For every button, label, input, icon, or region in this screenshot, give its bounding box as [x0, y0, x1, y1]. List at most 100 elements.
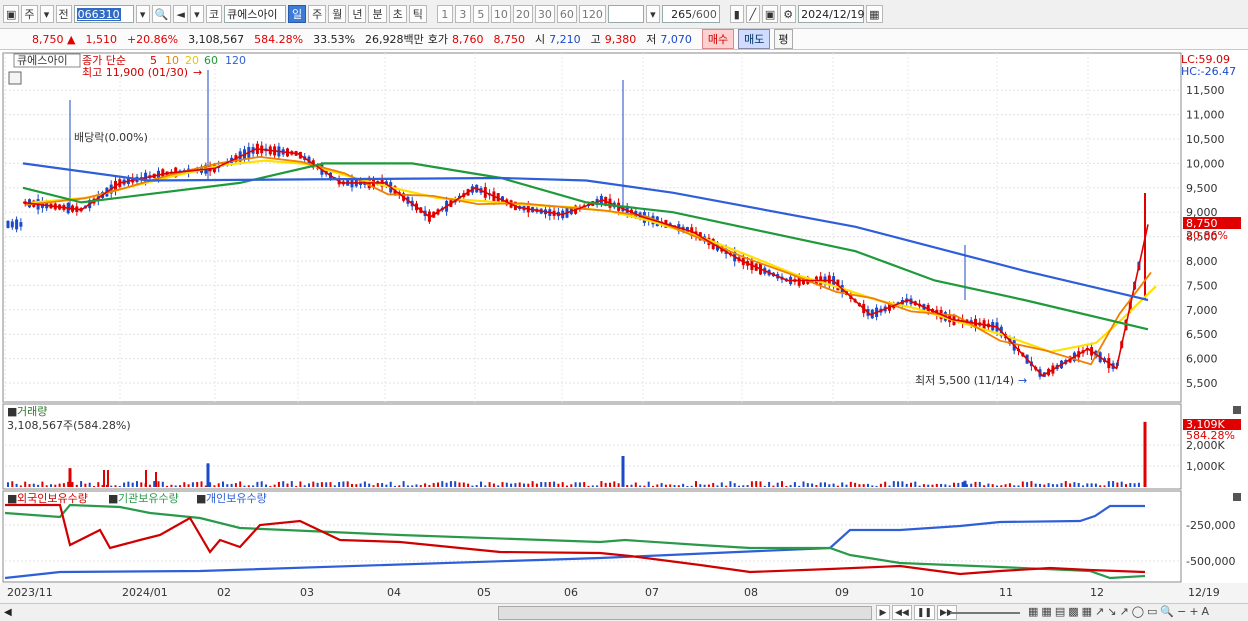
period-tab-week[interactable]: 주 [308, 5, 327, 23]
prev-button[interactable]: 전 [55, 5, 72, 23]
search-icon[interactable]: 🔍 [151, 5, 172, 23]
zoom-icon[interactable]: 🔍 [1160, 605, 1174, 618]
period-tab-month[interactable]: 월 [328, 5, 347, 23]
interval-3[interactable]: 3 [454, 5, 471, 23]
draw-tool-icon[interactable]: ╱ [745, 5, 760, 23]
market-dropdown-icon[interactable]: ▾ [39, 5, 54, 23]
stock-code-input[interactable]: 066310 [73, 5, 134, 23]
scroll-right-icon[interactable]: ▶ [876, 605, 890, 620]
interval-120[interactable]: 120 [578, 5, 606, 23]
window-menu-icon[interactable]: ▣ [3, 5, 20, 23]
volume-bar [1043, 484, 1046, 487]
layout-icon-4[interactable]: ▩ [1068, 605, 1078, 618]
period-tab-second[interactable]: 초 [388, 5, 407, 23]
stock-name-field[interactable]: 큐에스아이 [223, 5, 286, 23]
volume-bar [1099, 485, 1102, 487]
interval-10[interactable]: 10 [490, 5, 511, 23]
interval-60[interactable]: 60 [556, 5, 577, 23]
volume-bar [974, 481, 977, 487]
volume-bar [131, 482, 134, 487]
calendar-icon[interactable]: ▦ [866, 5, 883, 23]
chart-options-icon[interactable] [8, 71, 22, 85]
market-select[interactable]: 주 [21, 5, 38, 23]
eval-button[interactable]: 평 [774, 29, 793, 49]
volume-bar [269, 485, 272, 487]
period-tab-minute[interactable]: 분 [368, 5, 387, 23]
volume-bar [733, 483, 736, 487]
period-tab-tick[interactable]: 틱 [408, 5, 427, 23]
volume-bar [531, 481, 534, 487]
volume-bar [445, 482, 448, 487]
volume-bar [153, 481, 156, 487]
x-axis: 2023/11 2024/01 02 03 04 05 06 07 08 09 10 11 12 12/… [0, 583, 1248, 603]
period-tab-day[interactable]: 일 [287, 5, 307, 23]
code-dropdown-icon[interactable]: ▾ [135, 5, 150, 23]
interval-1[interactable]: 1 [436, 5, 453, 23]
high-label: 고 [590, 33, 601, 46]
low-label: 저 [646, 33, 657, 46]
volume-spike [206, 463, 210, 487]
interval-dropdown-icon[interactable]: ▾ [645, 5, 660, 23]
quote-label: 호가 [427, 33, 449, 46]
volume-bar [329, 482, 332, 487]
zoom-slider[interactable] [950, 612, 1020, 614]
volume-bar [480, 481, 482, 487]
speaker-icon[interactable]: ◄ [173, 5, 188, 23]
layout-icon-1[interactable]: ▦ [1028, 605, 1038, 618]
stock-chart[interactable]: 11,50011,00010,50010,0009,5009,0008,5008… [0, 51, 1248, 604]
holdings-close-icon[interactable] [1233, 493, 1241, 501]
volume-bar [161, 481, 164, 487]
price-tick-label: 10,500 [1186, 133, 1225, 146]
candle-body [19, 222, 23, 227]
interval-20[interactable]: 20 [512, 5, 533, 23]
text-icon[interactable]: A [1202, 605, 1210, 618]
buy-button[interactable]: 매수 [701, 29, 735, 49]
copy-icon[interactable]: ▭ [1147, 605, 1157, 618]
volume-close-icon[interactable] [1233, 406, 1241, 414]
candle-icon[interactable]: ▮ [729, 5, 744, 23]
date-input[interactable]: 2024/12/19 [798, 5, 865, 23]
volume-bar [45, 485, 48, 487]
volume-bar [884, 481, 887, 487]
scroll-left-icon[interactable]: ◀ [4, 607, 12, 618]
cross-icon[interactable]: ↘ [1107, 605, 1116, 618]
settings-icon[interactable]: ⚙ [780, 5, 797, 23]
minus-icon[interactable]: − [1177, 605, 1186, 618]
prev-label: 전 [58, 8, 69, 21]
layout-icon-5[interactable]: ▦ [1082, 605, 1092, 618]
period-tab-year[interactable]: 년 [348, 5, 367, 23]
volume-bar [411, 485, 414, 487]
layout-icon-2[interactable]: ▦ [1041, 605, 1051, 618]
volume-bar [957, 482, 960, 487]
interval-input[interactable] [607, 5, 644, 23]
volume-bar [196, 481, 199, 487]
count-value: 265 [671, 7, 693, 21]
line-icon[interactable]: ↗ [1119, 605, 1128, 618]
interval-30[interactable]: 30 [534, 5, 555, 23]
pause-icon[interactable]: ❚❚ [913, 605, 935, 620]
volume-bar [333, 485, 336, 487]
save-icon[interactable]: ▣ [761, 5, 779, 23]
scroll-start-icon[interactable]: ◀◀ [892, 605, 912, 620]
volume-bar [738, 485, 740, 487]
sell-button[interactable]: 매도 [738, 29, 771, 49]
volume-bar [600, 481, 603, 487]
volume-tick-label: 1,000K [1186, 460, 1225, 473]
volume-bar [892, 481, 895, 487]
scroll-thumb[interactable] [498, 606, 872, 620]
volume-bar [712, 482, 715, 487]
volume-bar [497, 485, 500, 487]
price-tick-label: 9,500 [1186, 182, 1218, 195]
speaker-dropdown-icon[interactable]: ▾ [189, 5, 204, 23]
trend-icon[interactable]: ↗ [1095, 605, 1104, 618]
layout-icon-3[interactable]: ▤ [1055, 605, 1065, 618]
volume-bar [170, 484, 173, 487]
interval-5[interactable]: 5 [472, 5, 489, 23]
magnet-icon[interactable]: ◯ [1132, 605, 1144, 618]
volume-info: 3,108,567주(584.28%) [7, 419, 131, 432]
plus-icon[interactable]: + [1189, 605, 1198, 618]
code-type-button[interactable]: 코 [205, 5, 222, 23]
count-input[interactable]: 265/600 [661, 5, 720, 23]
volume-bar [136, 481, 138, 487]
volume-bar [841, 482, 844, 487]
